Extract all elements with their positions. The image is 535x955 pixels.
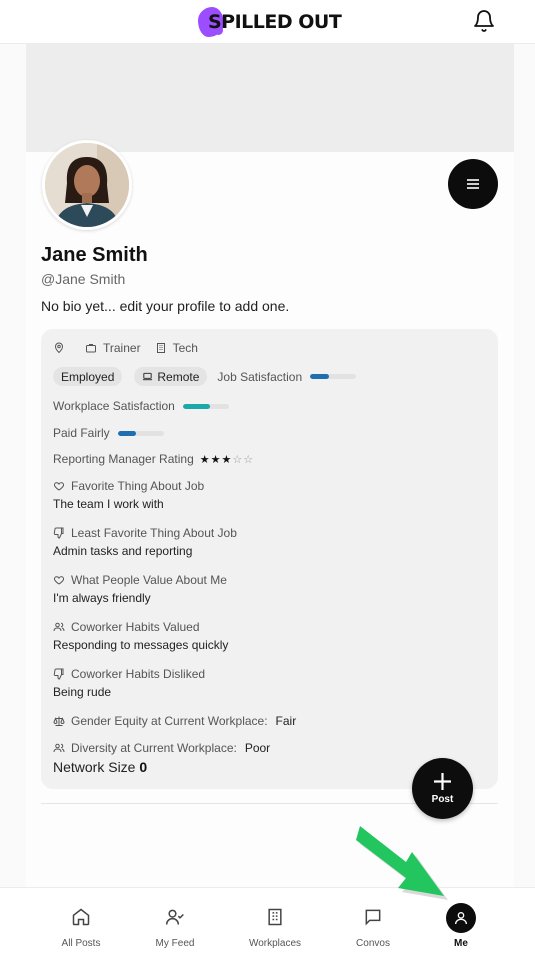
- home-icon: [72, 908, 90, 926]
- profile-menu-button[interactable]: [448, 159, 498, 209]
- top-bar: SPILLED OUT: [0, 0, 535, 44]
- avatar-portrait-icon: [45, 143, 129, 227]
- manager-rating-label: Reporting Manager Rating: [53, 452, 194, 466]
- people-value-value: I'm always friendly: [53, 591, 151, 605]
- role-text: Trainer: [103, 341, 141, 355]
- job-satisfaction-bar: [310, 374, 357, 379]
- users-icon: [53, 622, 65, 632]
- manager-rating-row: Reporting Manager Rating ★★★☆☆: [53, 452, 254, 466]
- least-favorite-label: Least Favorite Thing About Job: [71, 526, 237, 540]
- diversity-row: Diversity at Current Workplace: Poor: [53, 741, 270, 755]
- new-post-label: Post: [431, 794, 454, 805]
- nav-label-my-feed: My Feed: [155, 938, 195, 949]
- me-avatar: [446, 903, 476, 933]
- scale-icon: [53, 716, 65, 726]
- people-value-label-row: What People Value About Me: [53, 573, 227, 587]
- habits-valued-label-row: Coworker Habits Valued: [53, 620, 200, 634]
- diversity-value: Poor: [244, 741, 271, 755]
- job-satisfaction-fill: [310, 374, 329, 379]
- workplace-satisfaction-row: Workplace Satisfaction: [53, 399, 229, 413]
- nav-label-convos: Convos: [356, 938, 390, 949]
- gender-equity-value: Fair: [275, 714, 297, 728]
- nav-item-my-feed[interactable]: My Feed: [130, 888, 220, 955]
- gender-equity-row: Gender Equity at Current Workplace: Fair: [53, 714, 296, 728]
- profile-info-panel: Trainer Tech Employed Remote Job Satisfa…: [41, 329, 498, 789]
- star-filled-icon: ★: [199, 453, 211, 466]
- network-size-label: Network Size: [53, 759, 136, 775]
- favorite-thing-value: The team I work with: [53, 497, 164, 511]
- habits-valued-label: Coworker Habits Valued: [71, 620, 200, 634]
- arrow-pointer-icon: [356, 826, 448, 900]
- avatar[interactable]: [42, 140, 132, 230]
- diversity-label: Diversity at Current Workplace:: [71, 741, 237, 755]
- nav-label-me: Me: [454, 938, 468, 949]
- star-filled-icon: ★: [221, 453, 233, 466]
- nav-item-all-posts[interactable]: All Posts: [36, 888, 126, 955]
- profile-bio: No bio yet... edit your profile to add o…: [41, 298, 290, 314]
- cover-image: [26, 44, 514, 152]
- star-rating: ★★★☆☆: [200, 453, 254, 466]
- message-icon: [365, 909, 381, 926]
- paid-fairly-fill: [117, 430, 137, 436]
- industry-text: Tech: [172, 341, 198, 355]
- building-icon: [156, 343, 165, 353]
- employment-status-chip: Employed: [53, 367, 123, 386]
- workplace-satisfaction-bar: [182, 403, 229, 409]
- status-row: Employed Remote Job Satisfaction: [53, 367, 357, 386]
- logo-text: SPILLED OUT: [208, 11, 342, 33]
- paid-fairly-bar: [117, 430, 164, 436]
- profile-name: Jane Smith: [41, 244, 148, 266]
- bell-icon[interactable]: [472, 9, 496, 33]
- least-favorite-value: Admin tasks and reporting: [53, 544, 193, 558]
- habits-disliked-label-row: Coworker Habits Disliked: [53, 667, 205, 681]
- user-check-icon: [165, 909, 184, 925]
- thumbs-down-icon: [53, 668, 64, 680]
- thumbs-down-icon: [53, 527, 64, 539]
- laptop-icon: [143, 372, 153, 381]
- work-mode-chip: Remote: [134, 367, 208, 386]
- new-post-button[interactable]: Post: [412, 758, 473, 819]
- job-satisfaction-label: Job Satisfaction: [217, 369, 303, 384]
- network-size-value: 0: [139, 759, 148, 775]
- favorite-thing-label-row: Favorite Thing About Job: [53, 479, 204, 493]
- heart-icon: [53, 482, 65, 491]
- star-empty-icon: ☆: [232, 453, 244, 466]
- least-favorite-label-row: Least Favorite Thing About Job: [53, 526, 237, 540]
- star-filled-icon: ★: [210, 453, 222, 466]
- plus-icon: [434, 773, 451, 790]
- paid-fairly-row: Paid Fairly: [53, 426, 164, 440]
- profile-handle: @Jane Smith: [41, 271, 126, 287]
- gender-equity-label: Gender Equity at Current Workplace:: [71, 714, 268, 728]
- location-role-industry-row: Trainer Tech: [53, 341, 198, 355]
- work-mode-text: Remote: [157, 369, 200, 384]
- habits-disliked-value: Being rude: [53, 685, 112, 699]
- app-logo[interactable]: SPILLED OUT: [196, 6, 342, 38]
- user-icon: [455, 912, 467, 925]
- star-empty-icon: ☆: [243, 453, 255, 466]
- map-pin-icon: [54, 342, 64, 354]
- nav-item-workplaces[interactable]: Workplaces: [230, 888, 320, 955]
- paid-fairly-label: Paid Fairly: [53, 426, 110, 440]
- people-value-label: What People Value About Me: [71, 573, 227, 587]
- habits-valued-value: Responding to messages quickly: [53, 638, 229, 652]
- users-icon: [53, 743, 65, 753]
- heart-icon: [53, 576, 65, 585]
- nav-label-all-posts: All Posts: [61, 938, 101, 949]
- habits-disliked-label: Coworker Habits Disliked: [71, 667, 206, 681]
- briefcase-icon: [86, 344, 96, 353]
- workplace-satisfaction-fill: [182, 403, 211, 409]
- building-icon: [268, 908, 282, 926]
- network-size: Network Size 0: [53, 759, 147, 775]
- favorite-thing-label: Favorite Thing About Job: [71, 479, 205, 493]
- workplace-satisfaction-label: Workplace Satisfaction: [53, 399, 175, 413]
- nav-label-workplaces: Workplaces: [248, 938, 302, 949]
- hamburger-icon: [467, 179, 479, 189]
